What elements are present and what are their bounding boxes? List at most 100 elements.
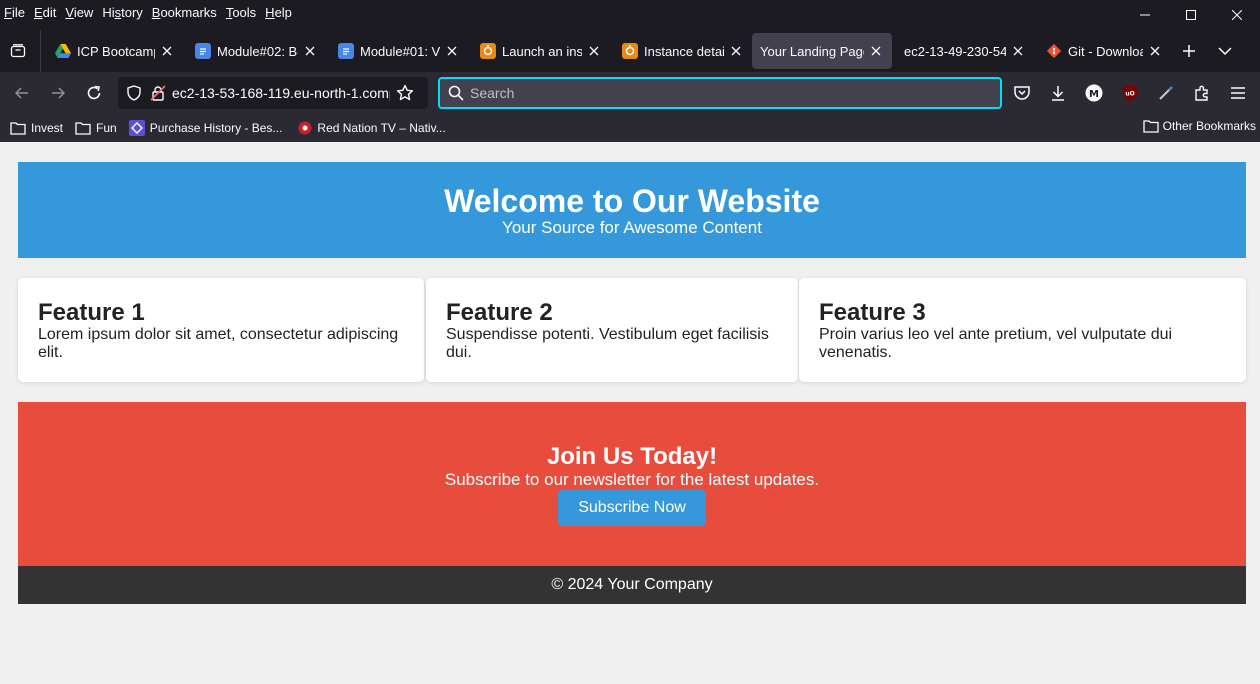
tab-module-02[interactable]: Module#02: Beg — [183, 33, 326, 69]
tab-title: ICP Bootcamp - — [77, 43, 155, 59]
firefox-view-icon — [10, 44, 26, 58]
tab-title: Launch an instan — [502, 43, 582, 59]
folder-icon — [10, 122, 26, 135]
downloads-button[interactable] — [1040, 77, 1076, 109]
feature-card-3: Feature 3 Proin varius leo vel ante pret… — [799, 278, 1246, 382]
purchase-history-icon — [128, 120, 145, 136]
subscribe-button[interactable]: Subscribe Now — [558, 490, 706, 526]
menu-file[interactable]: File — [4, 5, 25, 20]
app-menu-button[interactable] — [1220, 77, 1256, 109]
close-icon — [1013, 46, 1023, 56]
menu-view[interactable]: View — [65, 5, 93, 20]
download-icon — [1052, 86, 1064, 101]
color-picker-button[interactable] — [1148, 77, 1184, 109]
close-icon — [871, 46, 881, 56]
menu-history[interactable]: History — [102, 5, 142, 20]
google-docs-icon — [338, 43, 354, 59]
other-bookmarks-label: Other Bookmarks — [1162, 119, 1256, 133]
firefox-view-button[interactable] — [0, 33, 36, 69]
close-window-button[interactable] — [1214, 0, 1260, 30]
list-all-tabs-button[interactable] — [1207, 33, 1243, 69]
url-bar[interactable]: ec2-13-53-168-119.eu-north-1.compute.ama… — [118, 77, 428, 109]
close-icon — [589, 46, 599, 56]
puzzle-piece-icon — [1195, 85, 1208, 101]
close-tab-button[interactable] — [586, 43, 602, 59]
menu-bookmarks[interactable]: Bookmarks — [152, 5, 217, 20]
tab-module-01[interactable]: Module#01: Virt — [326, 33, 468, 69]
bookmark-invest[interactable]: Invest — [10, 121, 63, 135]
insecure-lock-icon[interactable] — [150, 85, 166, 101]
close-icon — [162, 46, 172, 56]
footer-copyright: © 2024 Your Company — [551, 576, 713, 593]
bookmark-purchase-history[interactable]: Purchase History - Bes... — [128, 120, 283, 136]
shield-icon[interactable] — [126, 85, 142, 101]
ublock-button[interactable]: uO — [1112, 77, 1148, 109]
other-bookmarks[interactable]: Other Bookmarks — [1142, 119, 1256, 133]
feature-title: Feature 3 — [819, 299, 926, 326]
svg-text:M: M — [1089, 89, 1099, 100]
tab-git-downloading[interactable]: Git - Downloadin — [1034, 33, 1171, 69]
close-tab-button[interactable] — [444, 43, 460, 59]
bookmark-star-icon[interactable] — [396, 84, 414, 102]
bookmark-fun[interactable]: Fun — [75, 121, 117, 135]
feature-title: Feature 1 — [38, 299, 145, 326]
menu-tools[interactable]: Tools — [226, 5, 256, 20]
cta-section: Join Us Today! Subscribe to our newslett… — [18, 402, 1246, 566]
chevron-down-icon — [1218, 47, 1232, 56]
forward-button[interactable] — [42, 77, 74, 109]
forward-arrow-icon — [52, 87, 66, 99]
bookmarks-toolbar: Invest Fun Purchase History - Bes... Red… — [0, 114, 1260, 142]
close-tab-button[interactable] — [302, 43, 318, 59]
toolbar-right: M uO — [1004, 77, 1256, 109]
close-tab-button[interactable] — [868, 43, 884, 59]
bookmark-label: Purchase History - Bes... — [149, 121, 283, 135]
minimize-button[interactable] — [1122, 0, 1168, 30]
navigation-toolbar: ec2-13-53-168-119.eu-north-1.compute.ama… — [0, 72, 1260, 114]
menu-edit[interactable]: Edit — [34, 5, 56, 20]
url-text[interactable]: ec2-13-53-168-119.eu-north-1.compute.ama… — [172, 85, 390, 101]
page-content: Welcome to Our Website Your Source for A… — [0, 142, 1260, 684]
feature-text: Proin varius leo vel ante pretium, vel v… — [819, 326, 1173, 361]
google-docs-icon — [195, 43, 211, 59]
close-tab-button[interactable] — [1147, 43, 1163, 59]
close-icon — [731, 46, 741, 56]
tab-title: Module#02: Beg — [217, 43, 298, 59]
tab-title: Your Landing Page — [760, 43, 864, 59]
maximize-icon — [1186, 10, 1196, 20]
close-tab-button[interactable] — [728, 43, 744, 59]
eyedropper-icon — [1159, 86, 1173, 100]
new-tab-button[interactable] — [1171, 33, 1207, 69]
bookmark-red-nation-tv[interactable]: Red Nation TV – Nativ... — [298, 121, 446, 135]
ublock-origin-icon: uO — [1123, 85, 1137, 101]
tab-ec2-13-49[interactable]: ec2-13-49-230-54.eu — [892, 33, 1034, 69]
tab-your-landing-page[interactable]: Your Landing Page — [752, 33, 892, 69]
reload-icon — [87, 85, 101, 100]
reload-button[interactable] — [78, 77, 110, 109]
menu-help[interactable]: Help — [265, 5, 292, 20]
search-bar[interactable] — [438, 77, 1002, 109]
back-button[interactable] — [6, 77, 38, 109]
menu-bar: File Edit View History Bookmarks Tools H… — [0, 0, 1260, 24]
tab-launch-instance[interactable]: Launch an instan — [468, 33, 610, 69]
page-title: Welcome to Our Website — [444, 183, 820, 219]
back-arrow-icon — [14, 87, 28, 99]
close-icon — [1232, 10, 1242, 20]
tab-instance-details[interactable]: Instance details | — [610, 33, 752, 69]
maximize-button[interactable] — [1168, 0, 1214, 30]
folder-icon — [75, 122, 91, 135]
search-icon — [448, 85, 464, 101]
plus-icon — [1183, 45, 1195, 57]
account-m-button[interactable]: M — [1076, 77, 1112, 109]
pocket-button[interactable] — [1004, 77, 1040, 109]
close-icon — [447, 46, 457, 56]
tab-separator — [40, 30, 41, 72]
close-tab-button[interactable] — [1010, 43, 1026, 59]
page-footer: © 2024 Your Company — [18, 566, 1246, 604]
close-icon — [1150, 46, 1160, 56]
extensions-button[interactable] — [1184, 77, 1220, 109]
close-tab-button[interactable] — [159, 43, 175, 59]
search-input[interactable] — [470, 85, 970, 101]
tab-icp-bootcamp[interactable]: ICP Bootcamp - — [43, 33, 183, 69]
cta-text: Subscribe to our newsletter for the late… — [444, 470, 820, 489]
feature-text: Lorem ipsum dolor sit amet, consectetur … — [38, 326, 399, 361]
